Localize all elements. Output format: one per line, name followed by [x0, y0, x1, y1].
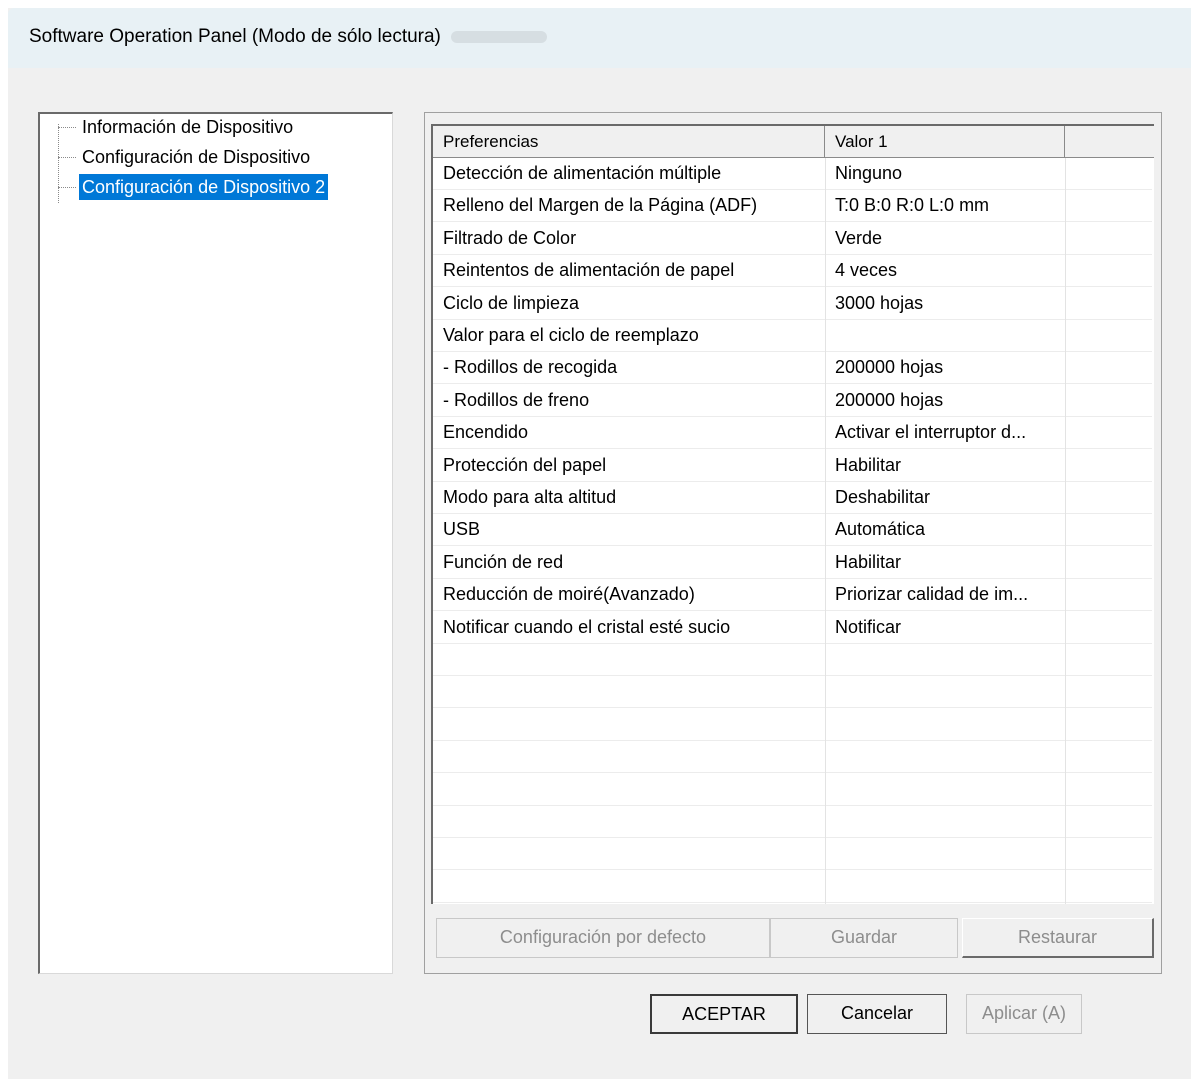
preferences-grid[interactable]: Preferencias Valor 1 Detección de alimen…: [431, 124, 1154, 904]
preference-name: USB: [443, 519, 481, 540]
tree-item-label[interactable]: Configuración de Dispositivo: [79, 144, 313, 170]
empty-table-row[interactable]: [433, 774, 1152, 806]
empty-table-row[interactable]: [433, 676, 1152, 709]
default-settings-button[interactable]: Configuración por defecto: [436, 918, 770, 958]
tree-item-label[interactable]: Información de Dispositivo: [79, 114, 296, 140]
restore-button[interactable]: Restaurar: [962, 918, 1154, 958]
cancel-button[interactable]: Cancelar: [807, 994, 947, 1034]
preference-name: Modo para alta altitud: [443, 487, 617, 507]
preference-value: Automática: [835, 519, 926, 540]
table-row[interactable]: USB Automática: [433, 514, 1152, 547]
empty-table-row[interactable]: [433, 871, 1152, 903]
preference-value: 4 veces: [835, 260, 898, 281]
preference-name: Reintentos de alimentación de papel: [443, 260, 735, 281]
empty-table-row[interactable]: [433, 644, 1152, 676]
empty-table-row[interactable]: [433, 838, 1152, 871]
table-row[interactable]: - Rodillos de freno 200000 hojas: [433, 385, 1152, 417]
preference-value: Verde: [835, 227, 883, 248]
preference-name: Notificar cuando el cristal esté sucio: [443, 616, 731, 637]
column-separator: [825, 158, 826, 904]
window-title: Software Operation Panel (Modo de sólo l…: [29, 26, 547, 48]
preference-name: Detección de alimentación múltiple: [443, 163, 722, 183]
preference-value: Habilitar: [835, 551, 902, 572]
table-row[interactable]: Valor para el ciclo de reemplazo: [433, 320, 1152, 352]
tree-branch-line: [58, 187, 76, 188]
preference-value: 200000 hojas: [835, 357, 944, 378]
preference-value: 3000 hojas: [835, 292, 924, 313]
table-row[interactable]: Ciclo de limpieza 3000 hojas: [433, 288, 1152, 320]
preference-name: Función de red: [443, 551, 564, 572]
preference-name: Protección del papel: [443, 454, 607, 475]
tree-item-label-selected[interactable]: Configuración de Dispositivo 2: [79, 174, 329, 200]
preference-name: - Rodillos de recogida: [443, 357, 618, 378]
tree-connector: [58, 124, 59, 203]
preference-value: T:0 B:0 R:0 L:0 mm: [835, 195, 990, 216]
preference-value: 200000 hojas: [835, 389, 944, 410]
preference-name: - Rodillos de freno: [443, 389, 590, 410]
empty-table-row[interactable]: [433, 709, 1152, 741]
table-row[interactable]: - Rodillos de recogida 200000 hojas: [433, 352, 1152, 385]
apply-button[interactable]: Aplicar (A): [966, 994, 1082, 1034]
table-row[interactable]: Relleno del Margen de la Página (ADF) T:0…: [433, 190, 1152, 223]
preference-value: Habilitar: [835, 454, 902, 475]
preference-name: Ciclo de limpieza: [443, 292, 580, 313]
preference-name: Reducción de moiré(Avanzado): [443, 584, 695, 605]
table-row[interactable]: Reducción de moiré(Avanzado) Priorizar ca…: [433, 579, 1152, 612]
table-row[interactable]: Detección de alimentación múltiple Ningun…: [433, 158, 1152, 190]
dialog-window: Software Operation Panel (Modo de sólo l…: [8, 8, 1191, 1079]
preference-name: Relleno del Margen de la Página (ADF): [443, 195, 758, 216]
preference-name: Encendido: [443, 422, 529, 443]
table-row[interactable]: Reintentos de alimentación de papel 4 vec…: [433, 255, 1152, 288]
table-row[interactable]: Encendido Activar el interruptor d...: [433, 417, 1152, 450]
empty-table-row[interactable]: [433, 741, 1152, 774]
preference-value: Priorizar calidad de im...: [835, 584, 1029, 605]
settings-tree[interactable]: Información de Dispositivo Configuración…: [38, 112, 393, 974]
empty-table-row[interactable]: [433, 806, 1152, 838]
preference-value: Notificar: [835, 616, 902, 637]
preference-value: Activar el interruptor d...: [835, 422, 1027, 443]
tree-branch-line: [58, 127, 76, 128]
table-row[interactable]: Función de red Habilitar: [433, 547, 1152, 579]
preference-name: Valor para el ciclo de reemplazo: [443, 325, 699, 345]
tree-branch-line: [58, 157, 76, 158]
ok-button[interactable]: ACEPTAR: [650, 994, 798, 1034]
table-row[interactable]: Modo para alta altitud Deshabilitar: [433, 482, 1152, 514]
table-row[interactable]: Protección del papel Habilitar: [433, 450, 1152, 482]
table-row[interactable]: Notificar cuando el cristal esté sucio No…: [433, 612, 1152, 644]
column-header-preferences[interactable]: Preferencias: [433, 126, 825, 158]
column-separator: [1065, 158, 1066, 904]
column-header-extra[interactable]: [1065, 126, 1154, 158]
preference-value: Ninguno: [835, 163, 903, 183]
table-row[interactable]: Filtrado de Color Verde: [433, 223, 1152, 255]
column-header-value-1[interactable]: Valor 1: [825, 126, 1065, 158]
title-bar[interactable]: Software Operation Panel (Modo de sólo l…: [8, 8, 1191, 68]
preference-name: Filtrado de Color: [443, 227, 577, 248]
redacted-device-name: [450, 30, 547, 43]
preference-value: Deshabilitar: [835, 487, 931, 507]
save-button[interactable]: Guardar: [770, 918, 958, 958]
